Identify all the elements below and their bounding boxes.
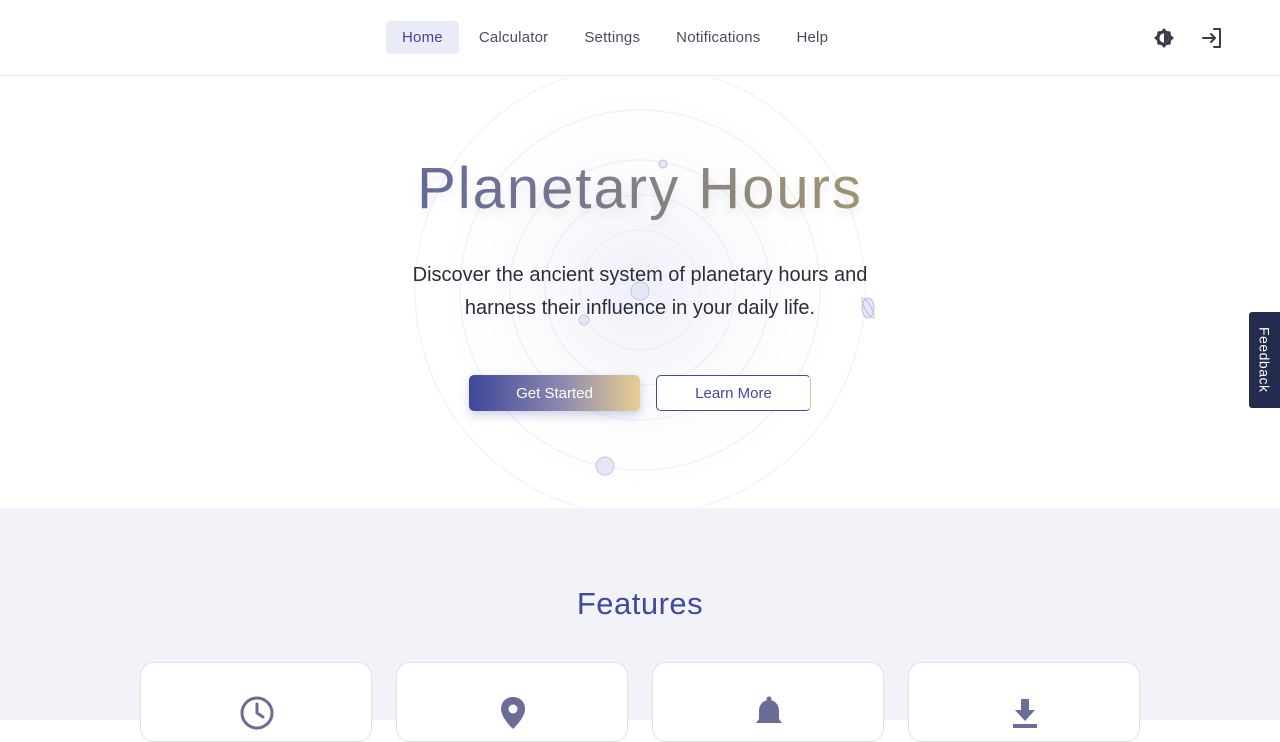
nav-calculator[interactable]: Calculator — [463, 21, 565, 54]
feature-card[interactable] — [140, 662, 372, 742]
get-started-button[interactable]: Get Started — [469, 375, 640, 411]
hero-subtitle: Discover the ancient system of planetary… — [412, 264, 868, 319]
nav-home[interactable]: Home — [386, 21, 459, 54]
top-navigation-bar: Home Calculator Settings Notifications H… — [0, 0, 1280, 76]
login-icon[interactable] — [1200, 24, 1224, 52]
features-section: Features — [0, 508, 1280, 742]
page-title: Planetary Hours — [0, 155, 1280, 222]
nav-help[interactable]: Help — [780, 21, 844, 54]
main-nav: Home Calculator Settings Notifications H… — [386, 21, 844, 54]
feature-card[interactable] — [908, 662, 1140, 742]
hero-section: Planetary Hours Discover the ancient sys… — [0, 77, 1280, 507]
feature-card[interactable] — [652, 662, 884, 742]
feedback-tab[interactable]: Feedback — [1249, 312, 1280, 408]
feature-card[interactable] — [396, 662, 628, 742]
features-heading: Features — [576, 586, 704, 621]
nav-notifications[interactable]: Notifications — [660, 21, 776, 54]
download-icon — [1007, 695, 1043, 736]
clock-icon — [239, 695, 275, 736]
location-pin-icon — [495, 695, 531, 736]
nav-settings[interactable]: Settings — [568, 21, 656, 54]
bell-icon — [751, 695, 787, 736]
theme-toggle-icon[interactable] — [1152, 24, 1176, 52]
header-actions — [1152, 24, 1224, 52]
learn-more-button[interactable]: Learn More — [656, 375, 811, 411]
feedback-label: Feedback — [1256, 327, 1273, 393]
